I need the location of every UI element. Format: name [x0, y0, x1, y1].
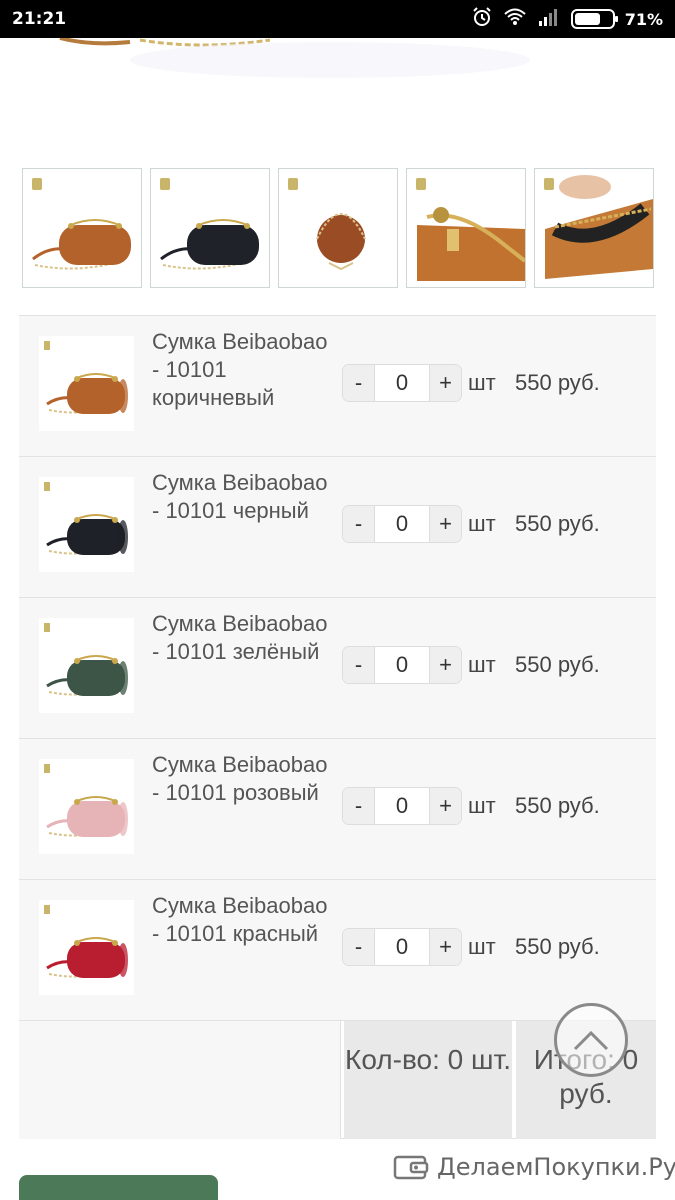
brand-logo-icon — [44, 905, 50, 914]
increase-button[interactable]: + — [430, 788, 461, 824]
decrease-button[interactable]: - — [343, 506, 374, 542]
product-name[interactable]: Сумка Beibaobao - 10101 зелёный — [152, 610, 332, 666]
thumbnail-4[interactable] — [406, 168, 526, 288]
quantity-stepper: - + — [342, 787, 462, 825]
thumbnail-5[interactable] — [534, 168, 654, 288]
product-table: Сумка Beibaobao - 10101 коричневый - + ш… — [19, 315, 656, 1139]
quantity-input[interactable] — [374, 929, 430, 965]
wallet-icon — [393, 1155, 429, 1180]
brand-logo-icon — [44, 341, 50, 350]
quantity-input[interactable] — [374, 365, 430, 401]
quantity-stepper: - + — [342, 364, 462, 402]
total-count: Кол-во: 0 шт. — [344, 1021, 512, 1139]
increase-button[interactable]: + — [430, 365, 461, 401]
quantity-input[interactable] — [374, 506, 430, 542]
increase-button[interactable]: + — [430, 506, 461, 542]
brand-logo-icon — [44, 482, 50, 491]
thumbnail-1[interactable] — [22, 168, 142, 288]
product-image[interactable] — [39, 477, 134, 572]
product-row: Сумка Beibaobao - 10101 черный - + шт 55… — [19, 457, 656, 598]
unit-label: шт — [468, 370, 496, 395]
status-bar: 21:21 71% — [0, 0, 675, 38]
brand-logo-icon — [160, 178, 170, 190]
status-icons: 71% — [471, 6, 663, 32]
product-name[interactable]: Сумка Beibaobao - 10101 черный — [152, 469, 332, 525]
product-name[interactable]: Сумка Beibaobao - 10101 красный — [152, 892, 332, 948]
quantity-input[interactable] — [374, 647, 430, 683]
increase-button[interactable]: + — [430, 929, 461, 965]
decrease-button[interactable]: - — [343, 647, 374, 683]
product-name[interactable]: Сумка Beibaobao - 10101 розовый — [152, 751, 332, 807]
product-image[interactable] — [39, 618, 134, 713]
product-row: Сумка Beibaobao - 10101 коричневый - + ш… — [19, 316, 656, 457]
wifi-icon — [503, 7, 527, 31]
product-name[interactable]: Сумка Beibaobao - 10101 коричневый — [152, 328, 332, 412]
alarm-icon — [471, 6, 493, 32]
thumbnail-2[interactable] — [150, 168, 270, 288]
brand-logo-icon — [44, 623, 50, 632]
brand-logo-icon — [32, 178, 42, 190]
quantity-input[interactable] — [374, 788, 430, 824]
product-row: Сумка Beibaobao - 10101 розовый - + шт 5… — [19, 739, 656, 880]
product-price: 550 руб. — [515, 511, 600, 536]
status-time: 21:21 — [12, 9, 67, 29]
battery-icon — [570, 9, 618, 29]
product-price: 550 руб. — [515, 934, 600, 959]
unit-label: шт — [468, 511, 496, 536]
brand-logo-icon — [288, 178, 298, 190]
quantity-stepper: - + — [342, 505, 462, 543]
product-row: Сумка Beibaobao - 10101 зелёный - + шт 5… — [19, 598, 656, 739]
battery-percent: 71% — [624, 9, 663, 29]
thumbnail-3[interactable] — [278, 168, 398, 288]
product-image[interactable] — [39, 336, 134, 431]
unit-label: шт — [468, 934, 496, 959]
chevron-up-icon — [573, 1030, 609, 1051]
battery-fill — [574, 13, 601, 25]
summary-empty-cell — [19, 1021, 341, 1139]
scroll-to-top-button[interactable] — [554, 1003, 628, 1077]
decrease-button[interactable]: - — [343, 929, 374, 965]
watermark: ДелаемПокупки.Ру — [393, 1153, 675, 1181]
decrease-button[interactable]: - — [343, 365, 374, 401]
brand-logo-icon — [544, 178, 554, 190]
product-price: 550 руб. — [515, 370, 600, 395]
thumbnail-strip — [22, 168, 654, 288]
product-image[interactable] — [39, 900, 134, 995]
add-to-cart-button[interactable] — [19, 1175, 218, 1200]
increase-button[interactable]: + — [430, 647, 461, 683]
decrease-button[interactable]: - — [343, 788, 374, 824]
quantity-stepper: - + — [342, 646, 462, 684]
product-price: 550 руб. — [515, 652, 600, 677]
product-row: Сумка Beibaobao - 10101 красный - + шт 5… — [19, 880, 656, 1021]
product-main-image — [0, 38, 675, 158]
brand-logo-icon — [416, 178, 426, 190]
brand-logo-icon — [44, 764, 50, 773]
product-image[interactable] — [39, 759, 134, 854]
signal-icon — [537, 7, 561, 31]
unit-label: шт — [468, 652, 496, 677]
watermark-text: ДелаемПокупки.Ру — [437, 1153, 675, 1181]
quantity-stepper: - + — [342, 928, 462, 966]
unit-label: шт — [468, 793, 496, 818]
product-price: 550 руб. — [515, 793, 600, 818]
